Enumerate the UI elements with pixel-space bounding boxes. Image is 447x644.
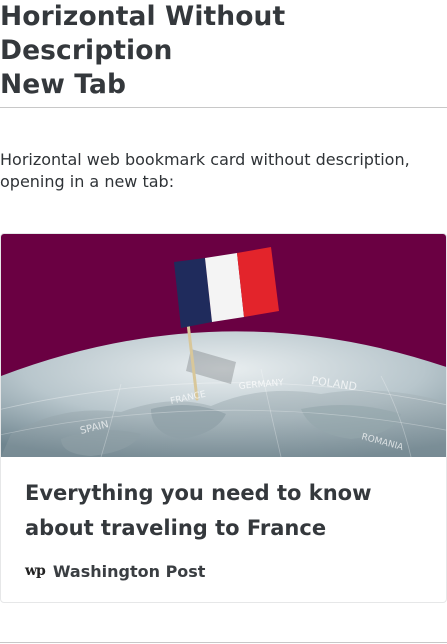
divider xyxy=(0,107,447,108)
publisher-name: Washington Post xyxy=(52,561,206,581)
bookmark-publisher: wp Washington Post xyxy=(25,560,205,582)
divider-bottom xyxy=(0,642,447,643)
intro-text: Horizontal web bookmark card without des… xyxy=(0,150,410,191)
bookmark-image: GERMANY POLAND FRANCE SPAIN ROMANIA xyxy=(1,234,446,457)
bookmark-title: Everything you need to know about travel… xyxy=(25,481,372,540)
bookmark-card[interactable]: GERMANY POLAND FRANCE SPAIN ROMANIA Ever… xyxy=(0,233,447,603)
page-title-line-2: New Tab xyxy=(0,69,127,100)
page-title-line-1: Horizontal Without Description xyxy=(0,1,286,66)
page: Horizontal Without Description New Tab H… xyxy=(0,0,447,644)
washington-post-logo-icon: wp xyxy=(25,563,46,579)
page-title: Horizontal Without Description New Tab xyxy=(0,0,447,102)
